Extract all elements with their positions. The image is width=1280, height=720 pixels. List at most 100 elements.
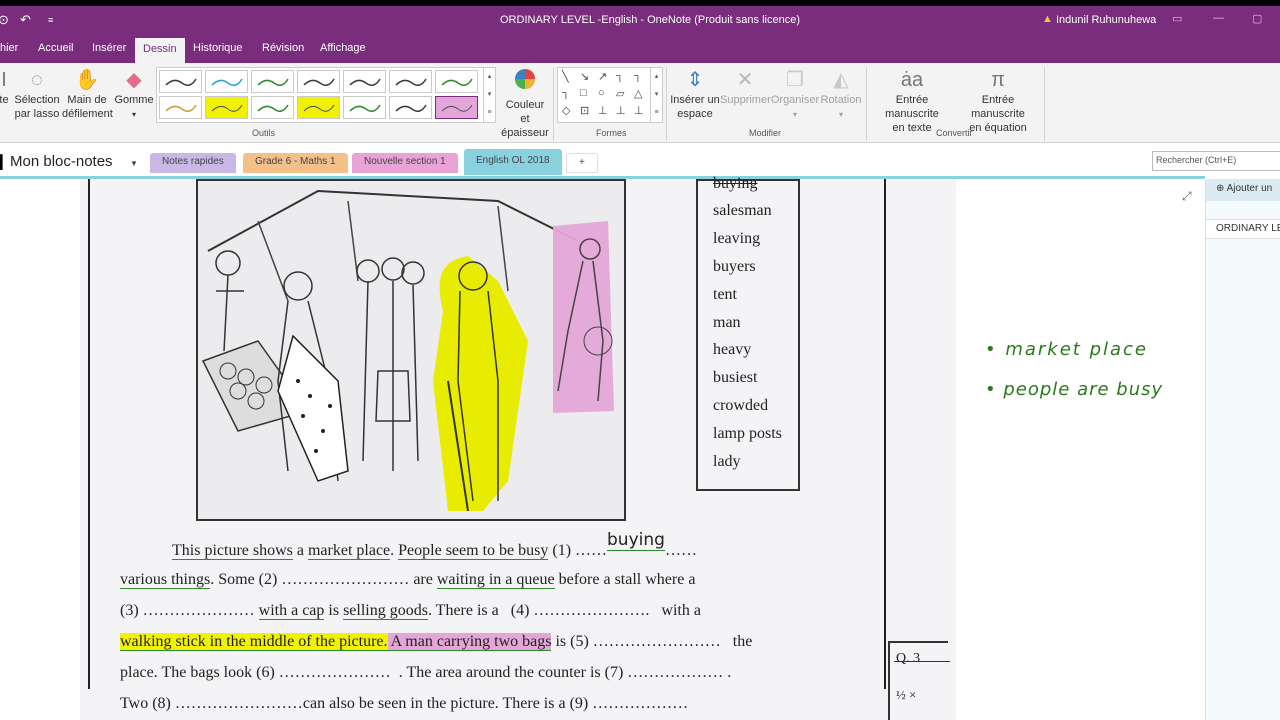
- pen-swatch[interactable]: [343, 96, 386, 119]
- word-list-item: heavy: [713, 341, 752, 358]
- grid-shape-icon[interactable]: ⊡: [580, 104, 589, 117]
- chevron-down-icon[interactable]: ▼: [130, 159, 138, 168]
- ribbon-display-icon[interactable]: ▭: [1172, 12, 1182, 25]
- text-span: (1) ……: [548, 542, 608, 559]
- axis4-shape-icon[interactable]: ⊥: [634, 104, 644, 117]
- parallelogram-shape-icon[interactable]: ▱: [616, 87, 624, 100]
- color-thickness-button[interactable]: Couleur et épaisseur: [500, 67, 550, 140]
- insert-space-icon: ⇕: [686, 69, 704, 91]
- expand-icon[interactable]: ⤢: [1182, 189, 1192, 204]
- tab-review[interactable]: Révision: [262, 42, 304, 54]
- question-mark-info: ½ ×: [896, 687, 917, 702]
- maximize-icon[interactable]: ▢: [1252, 12, 1262, 25]
- question-label: Q. 3: [896, 651, 921, 666]
- tab-home[interactable]: Accueil: [38, 42, 73, 54]
- pen-swatch[interactable]: [435, 96, 478, 119]
- pen-gallery-scroll[interactable]: ▴ ▾ ≡: [483, 68, 495, 122]
- triangle-shape-icon[interactable]: △: [634, 87, 642, 100]
- pen-swatch[interactable]: [343, 70, 386, 93]
- line-shape-icon[interactable]: ╲: [562, 70, 569, 83]
- tab-draw[interactable]: Dessin: [135, 38, 185, 63]
- delete-icon: ✕: [736, 69, 754, 91]
- section-tab-nouvelle-section[interactable]: Nouvelle section 1: [352, 153, 458, 173]
- arrow-shape-icon[interactable]: ↘: [580, 70, 589, 83]
- section-tab-grade6[interactable]: Grade 6 - Maths 1: [243, 153, 348, 173]
- insert-space-button[interactable]: ⇕ Insérer un espace: [670, 67, 720, 121]
- pen-swatch[interactable]: [159, 96, 202, 119]
- word-list-item: leaving: [713, 230, 761, 247]
- question-number-box: Q. 3 ½ ×: [888, 641, 950, 720]
- text-span: a: [292, 542, 308, 559]
- word-list-item: buyers: [713, 258, 756, 275]
- diamond-shape-icon[interactable]: ◇: [562, 104, 570, 117]
- group-tools-label: Outils: [252, 128, 276, 138]
- highlight-yellow: walking stick in the middle of the pictu…: [120, 633, 388, 651]
- eraser-button[interactable]: ◆ Gomme ▾: [114, 67, 154, 122]
- shapes-gallery-scroll[interactable]: ▴ ▾ ≡: [650, 68, 662, 122]
- notebook-name[interactable]: Mon bloc-notes: [10, 153, 113, 170]
- pen-swatch[interactable]: [389, 70, 432, 93]
- arrange-button[interactable]: ❐ Organiser ▾: [770, 67, 820, 122]
- text-span: is: [324, 602, 344, 619]
- pen-swatch[interactable]: [205, 70, 248, 93]
- paragraph-line-4: walking stick in the middle of the pictu…: [120, 633, 752, 651]
- section-tab-english-ol[interactable]: English OL 2018: [464, 149, 562, 175]
- ink-to-text-icon: ȧa: [900, 69, 924, 91]
- text-span: . Some (2) …………………… are: [210, 571, 437, 588]
- rotate-icon: ◭: [833, 69, 849, 91]
- section-tab-notes-rapides[interactable]: Notes rapides: [150, 153, 236, 173]
- handwritten-note-2[interactable]: • people are busy: [985, 379, 1163, 400]
- arrange-icon: ❐: [786, 69, 804, 91]
- user-name[interactable]: Indunil Ruhunuhewa: [1056, 14, 1156, 26]
- separator: [666, 67, 667, 141]
- axis2-shape-icon[interactable]: ⊥: [598, 104, 608, 117]
- pen-swatch[interactable]: [389, 96, 432, 119]
- ink-to-math-button[interactable]: π Entrée manuscrite en équation: [954, 67, 1042, 135]
- handwritten-answer: buying: [607, 530, 665, 551]
- pen-swatch[interactable]: [251, 70, 294, 93]
- type-tool-button[interactable]: Ite: [0, 67, 10, 107]
- paragraph-line-5: place. The bags look (6) ………………… . The a…: [120, 664, 732, 681]
- pen-swatch[interactable]: [205, 96, 248, 119]
- ribbon: Ite ◌ Sélection par lasso ✋ Main de défi…: [0, 63, 1280, 143]
- undo-icon[interactable]: ↶: [20, 12, 31, 28]
- rotate-button[interactable]: ◭ Rotation ▾: [818, 67, 864, 122]
- double-arrow-shape-icon[interactable]: ↗: [598, 70, 607, 83]
- tab-history[interactable]: Historique: [193, 42, 243, 54]
- pen-swatch[interactable]: [251, 96, 294, 119]
- pen-swatch[interactable]: [297, 96, 340, 119]
- ellipse-shape-icon[interactable]: ○: [598, 87, 605, 99]
- search-input[interactable]: Rechercher (Ctrl+E): [1152, 151, 1280, 171]
- paragraph-line-1: This picture shows a market place. Peopl…: [172, 530, 697, 560]
- word-list-item: man: [713, 314, 741, 331]
- panning-hand-button[interactable]: ✋ Main de défilement: [62, 67, 113, 121]
- corner-shape-icon[interactable]: ┐: [616, 70, 624, 82]
- eraser-icon: ◆: [126, 69, 142, 91]
- page-canvas[interactable]: buying salesman leaving buyers tent man …: [0, 175, 1205, 720]
- customize-quick-access-icon[interactable]: ≡: [48, 15, 53, 25]
- corner-arrow-shape-icon[interactable]: ┐: [634, 70, 642, 82]
- back-icon[interactable]: ⊙: [0, 12, 9, 28]
- handwritten-note-1[interactable]: • market place: [985, 339, 1148, 360]
- paragraph-line-2: various things. Some (2) …………………… are wa…: [120, 571, 695, 589]
- pen-swatch[interactable]: [435, 70, 478, 93]
- page-list-item[interactable]: ORDINARY LE: [1206, 219, 1280, 239]
- tab-view[interactable]: Affichage: [320, 42, 366, 54]
- notebook-icon: ▌: [0, 154, 8, 169]
- axis-shape-icon[interactable]: ┐: [562, 87, 570, 99]
- lasso-select-button[interactable]: ◌ Sélection par lasso: [14, 67, 60, 121]
- pen-swatch[interactable]: [159, 70, 202, 93]
- axis3-shape-icon[interactable]: ⊥: [616, 104, 626, 117]
- warning-icon: ▲: [1042, 13, 1053, 25]
- text-span: with a cap: [258, 602, 325, 620]
- tab-insert[interactable]: Insérer: [92, 42, 126, 54]
- delete-button[interactable]: ✕ Supprimer: [720, 67, 771, 107]
- add-section-button[interactable]: +: [566, 153, 598, 173]
- pen-swatch[interactable]: [297, 70, 340, 93]
- menu-bar: hier Accueil Insérer Dessin Historique R…: [0, 36, 1280, 63]
- add-page-button[interactable]: ⊕ Ajouter un: [1206, 179, 1280, 201]
- minimize-icon[interactable]: —: [1213, 12, 1224, 24]
- ink-to-text-button[interactable]: ȧa Entrée manuscrite en texte: [868, 67, 956, 135]
- rectangle-shape-icon[interactable]: □: [580, 87, 587, 99]
- tab-file[interactable]: hier: [0, 42, 18, 54]
